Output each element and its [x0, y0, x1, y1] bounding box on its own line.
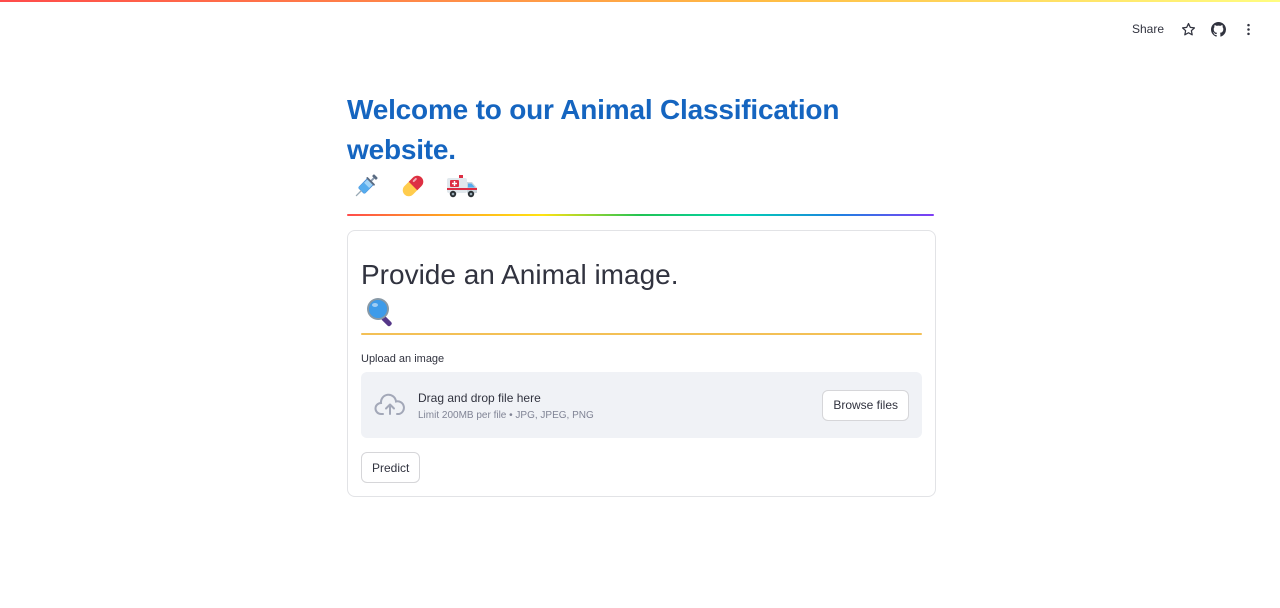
github-icon[interactable]	[1206, 17, 1230, 41]
star-icon[interactable]	[1176, 17, 1200, 41]
browse-files-button[interactable]: Browse files	[822, 389, 909, 421]
orange-divider	[361, 333, 922, 335]
share-button[interactable]: Share	[1126, 18, 1170, 40]
predict-button[interactable]: Predict	[361, 452, 421, 483]
syringe-icon	[351, 171, 381, 206]
ambulance-icon	[445, 171, 479, 206]
pill-icon	[397, 170, 429, 207]
upload-label: Upload an image	[361, 353, 445, 365]
more-vertical-icon[interactable]	[1236, 17, 1260, 41]
form-subtitle: Provide an Animal image.	[361, 259, 679, 290]
file-limit-text: Limit 200MB per file • JPG, JPEG, PNG	[418, 409, 594, 421]
page-title: Welcome to our Animal Classification web…	[347, 94, 840, 165]
file-dropzone[interactable]: Drag and drop file here Limit 200MB per …	[361, 372, 922, 438]
cloud-upload-icon	[374, 389, 406, 421]
dropzone-texts: Drag and drop file here Limit 200MB per …	[418, 390, 822, 421]
top-decoration-bar	[0, 0, 1280, 2]
drag-drop-text: Drag and drop file here	[418, 390, 541, 405]
toolbar: Share	[1126, 16, 1260, 42]
magnifier-icon	[361, 295, 922, 329]
title-icons	[347, 170, 934, 206]
rainbow-divider	[347, 214, 934, 216]
main-content: Welcome to our Animal Classification web…	[347, 90, 936, 497]
upload-form: Provide an Animal image. Upload an image	[347, 230, 936, 497]
